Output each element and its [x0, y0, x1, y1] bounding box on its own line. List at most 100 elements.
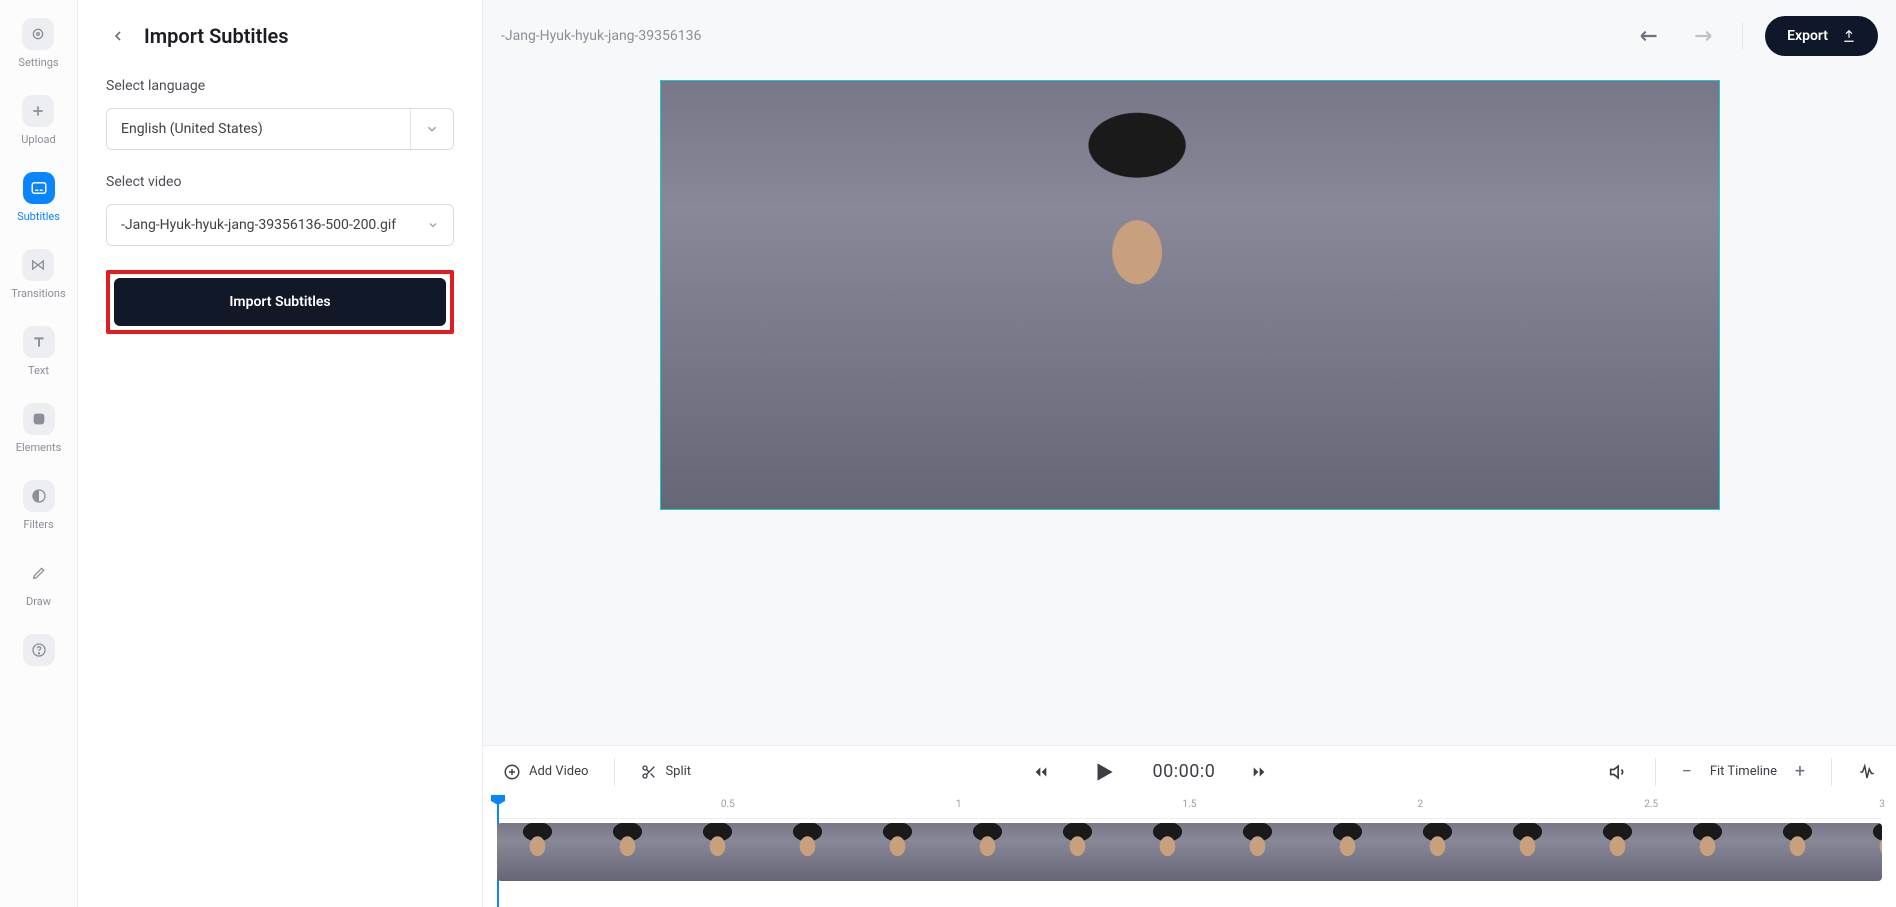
- undo-button[interactable]: [1632, 18, 1668, 54]
- nav-label: Text: [28, 364, 49, 377]
- plus-icon: [22, 95, 54, 127]
- transitions-icon: [22, 249, 54, 281]
- language-label: Select language: [106, 78, 454, 94]
- timeline-frame[interactable]: [1037, 823, 1127, 881]
- timeline-frame[interactable]: [1307, 823, 1397, 881]
- timeline-frame[interactable]: [857, 823, 947, 881]
- video-value: -Jang-Hyuk-hyuk-jang-39356136-500-200.gi…: [121, 217, 396, 233]
- frame-thumbnail: [1757, 823, 1847, 881]
- callout-highlight: Import Subtitles: [106, 270, 454, 334]
- language-value: English (United States): [121, 121, 263, 137]
- draw-icon: [23, 557, 55, 589]
- nav-help[interactable]: [23, 634, 55, 666]
- nav-upload[interactable]: Upload: [21, 95, 55, 146]
- frame-thumbnail: [1397, 823, 1487, 881]
- timeline-frame[interactable]: [767, 823, 857, 881]
- video-label: Select video: [106, 174, 454, 190]
- divider: [1742, 22, 1743, 50]
- frame-thumbnail: [587, 823, 677, 881]
- left-nav: Settings Upload Subtitles Transitions Te…: [0, 0, 78, 907]
- frame-thumbnail: [1037, 823, 1127, 881]
- nav-label: Draw: [26, 595, 51, 608]
- ruler-mark: 2: [1418, 799, 1424, 810]
- play-button[interactable]: [1085, 756, 1123, 788]
- frame-thumbnail: [497, 823, 587, 881]
- frame-thumbnail: [1667, 823, 1757, 881]
- nav-draw[interactable]: Draw: [23, 557, 55, 608]
- chevron-down-icon: [410, 109, 439, 149]
- zoom-in-button[interactable]: +: [1789, 761, 1811, 783]
- timeline-frame[interactable]: [1217, 823, 1307, 881]
- frame-thumbnail: [947, 823, 1037, 881]
- nav-label: Settings: [18, 56, 58, 69]
- ruler-mark: 3: [1879, 799, 1885, 810]
- frame-thumbnail: [857, 823, 947, 881]
- nav-filters[interactable]: Filters: [23, 480, 55, 531]
- back-button[interactable]: [106, 24, 130, 48]
- import-subtitles-button[interactable]: Import Subtitles: [114, 278, 446, 326]
- nav-elements[interactable]: Elements: [16, 403, 62, 454]
- playbar: Add Video Split 00:00:0: [483, 745, 1896, 797]
- elements-icon: [23, 403, 55, 435]
- frame-thumbnail: [1307, 823, 1397, 881]
- timeline-frame[interactable]: [497, 823, 587, 881]
- export-button[interactable]: Export: [1765, 16, 1878, 56]
- play-icon: [1091, 759, 1117, 785]
- panel-title: Import Subtitles: [144, 24, 289, 48]
- add-video-button[interactable]: Add Video: [497, 756, 594, 788]
- timeline-frame[interactable]: [677, 823, 767, 881]
- volume-button[interactable]: [1603, 756, 1635, 788]
- frame-thumbnail: [1847, 823, 1882, 881]
- chevron-down-icon: [413, 205, 439, 245]
- export-label: Export: [1787, 28, 1828, 44]
- nav-subtitles[interactable]: Subtitles: [17, 172, 60, 223]
- timeline-frame[interactable]: [1127, 823, 1217, 881]
- timeline-frame[interactable]: [587, 823, 677, 881]
- video-preview[interactable]: [660, 80, 1720, 510]
- redo-button[interactable]: [1684, 18, 1720, 54]
- nav-label: Upload: [21, 133, 55, 146]
- timeline-ruler: 0.511.522.53: [497, 797, 1882, 819]
- timeline-frame[interactable]: [1397, 823, 1487, 881]
- nav-label: Filters: [23, 518, 53, 531]
- timeline-frame[interactable]: [1487, 823, 1577, 881]
- playback-time: 00:00:0: [1153, 761, 1216, 782]
- ruler-mark: 1.5: [1183, 799, 1197, 810]
- plus-circle-icon: [503, 763, 521, 781]
- subtitles-icon: [23, 172, 55, 204]
- export-icon: [1842, 29, 1856, 43]
- timeline-frame[interactable]: [1667, 823, 1757, 881]
- add-video-label: Add Video: [529, 764, 588, 779]
- divider: [1655, 758, 1656, 786]
- filters-icon: [23, 480, 55, 512]
- divider: [1831, 758, 1832, 786]
- waveform-button[interactable]: [1852, 756, 1882, 788]
- zoom-out-button[interactable]: −: [1676, 761, 1698, 783]
- timeline-frame[interactable]: [1577, 823, 1667, 881]
- timeline[interactable]: 0.511.522.53 ∣+: [483, 797, 1896, 907]
- frame-thumbnail: [1217, 823, 1307, 881]
- video-select[interactable]: -Jang-Hyuk-hyuk-jang-39356136-500-200.gi…: [106, 204, 454, 246]
- frame-thumbnail: [1127, 823, 1217, 881]
- nav-transitions[interactable]: Transitions: [11, 249, 65, 300]
- waveform-icon: [1858, 763, 1876, 781]
- project-name[interactable]: -Jang-Hyuk-hyuk-jang-39356136: [501, 28, 701, 44]
- gear-icon: [22, 18, 54, 50]
- language-select[interactable]: English (United States): [106, 108, 454, 150]
- timeline-frame[interactable]: [947, 823, 1037, 881]
- timeline-frame[interactable]: [1757, 823, 1847, 881]
- volume-icon: [1609, 762, 1629, 782]
- help-icon: [23, 634, 55, 666]
- video-track[interactable]: ∣+: [497, 823, 1882, 881]
- ruler-mark: 2.5: [1644, 799, 1658, 810]
- fit-timeline-button[interactable]: Fit Timeline: [1710, 764, 1777, 779]
- frame-thumbnail: [1487, 823, 1577, 881]
- nav-settings[interactable]: Settings: [18, 18, 58, 69]
- ruler-mark: 0.5: [721, 799, 735, 810]
- skip-back-button[interactable]: [1027, 756, 1055, 788]
- nav-text[interactable]: Text: [23, 326, 55, 377]
- skip-back-icon: [1033, 764, 1049, 780]
- skip-forward-button[interactable]: [1245, 756, 1273, 788]
- split-button[interactable]: Split: [635, 756, 697, 788]
- timeline-frame[interactable]: [1847, 823, 1882, 881]
